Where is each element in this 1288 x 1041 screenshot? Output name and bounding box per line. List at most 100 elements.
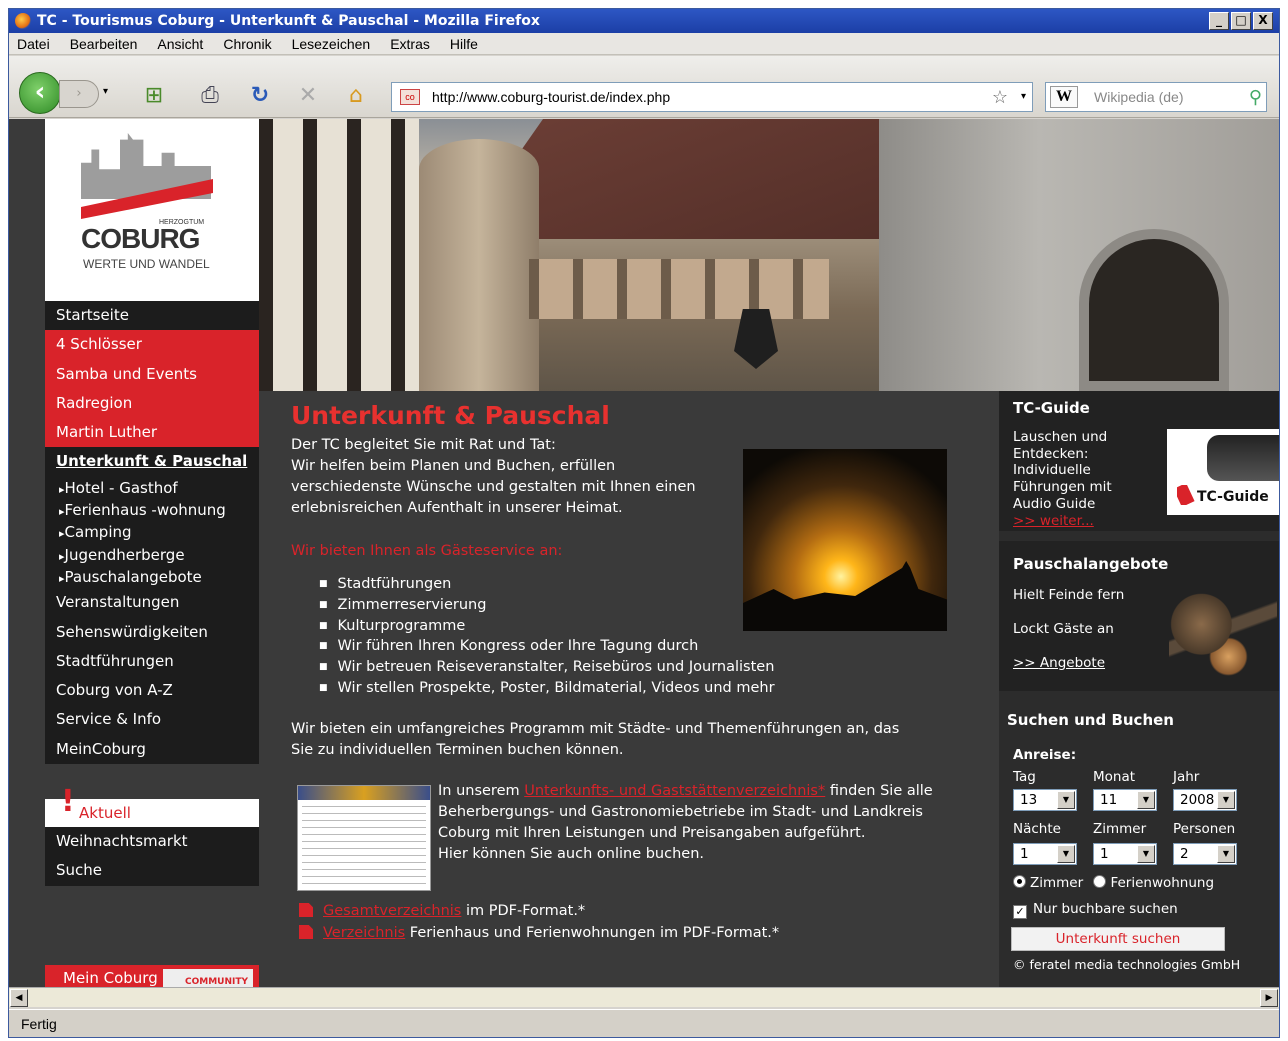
nav-samba-events[interactable]: Samba und Events	[45, 359, 259, 389]
menu-bearbeiten[interactable]: Bearbeiten	[70, 36, 138, 52]
search-input[interactable]: W Wikipedia (de) ⚲	[1045, 82, 1267, 112]
search-engine-icon[interactable]: W	[1050, 86, 1078, 108]
horizontal-scrollbar[interactable]: ◀ ▶	[9, 987, 1279, 1007]
tag-select[interactable]: 13 ▼	[1013, 789, 1077, 811]
mein-coburg-label: Mein Coburg	[63, 969, 158, 987]
minimize-button[interactable]: _	[1209, 12, 1229, 30]
radio-zimmer[interactable]	[1013, 875, 1026, 888]
pdf-icon	[299, 925, 313, 939]
nav-service-info[interactable]: Service & Info	[45, 705, 259, 735]
tc-guide-image[interactable]: TC-Guide	[1167, 429, 1279, 515]
nav-radregion[interactable]: Radregion	[45, 388, 259, 419]
gesamtverzeichnis-link[interactable]: Gesamtverzeichnis	[323, 903, 461, 919]
tag-value: 13	[1020, 792, 1038, 808]
menu-lesezeichen[interactable]: Lesezeichen	[292, 36, 371, 52]
history-dropdown-icon[interactable]: ▾	[103, 86, 108, 97]
radio-ferienwohnung-label: Ferienwohnung	[1110, 875, 1215, 891]
menu-hilfe[interactable]: Hilfe	[450, 36, 478, 52]
url-dropdown-icon[interactable]: ▾	[1021, 83, 1026, 111]
nav-sehenswuerdigkeiten[interactable]: Sehenswürdigkeiten	[45, 617, 259, 647]
directory-line: Coburg mit Ihren Leistungen und Preisang…	[438, 825, 866, 841]
zimmer-select[interactable]: 1 ▼	[1093, 843, 1157, 865]
search-title: Suchen und Buchen	[1007, 711, 1174, 729]
program-line: Wir bieten ein umfangreiches Programm mi…	[291, 720, 900, 737]
jahr-select[interactable]: 2008 ▼	[1173, 789, 1237, 811]
logo-name: COBURG	[81, 223, 200, 254]
directory-thumbnail[interactable]	[297, 785, 431, 891]
menu-chronik[interactable]: Chronik	[223, 36, 271, 52]
nav-unterkunft-pauschal[interactable]: Unterkunft & Pauschal	[45, 447, 259, 477]
nav-meincoburg[interactable]: MeinCoburg	[45, 734, 259, 765]
menu-datei[interactable]: Datei	[17, 36, 50, 52]
window-title: TC - Tourismus Coburg - Unterkunft & Pau…	[37, 13, 540, 29]
status-text: Fertig	[21, 1016, 57, 1032]
tc-guide-text: Lauschen und Entdecken: Individuelle Füh…	[1013, 429, 1112, 529]
guide-line: Entdecken:	[1013, 445, 1089, 462]
maximize-button[interactable]: □	[1231, 12, 1251, 30]
scroll-right-icon[interactable]: ▶	[1260, 989, 1278, 1007]
page-title: Unterkunft & Pauschal	[291, 401, 610, 430]
menu-extras[interactable]: Extras	[390, 36, 430, 52]
nav-martin-luther[interactable]: Martin Luther	[45, 418, 259, 448]
chevron-down-icon: ▼	[1057, 845, 1075, 863]
guide-line: Individuelle	[1013, 462, 1091, 479]
nav-suche[interactable]: Suche	[45, 856, 259, 886]
subnav-ferienhaus[interactable]: Ferienhaus -wohnung	[45, 499, 259, 522]
monat-select[interactable]: 11 ▼	[1093, 789, 1157, 811]
subnav-hotel-gasthof[interactable]: Hotel - Gasthof	[45, 476, 259, 500]
search-accommodation-button[interactable]: Unterkunft suchen	[1011, 927, 1225, 951]
site-favicon-icon: co	[400, 89, 420, 105]
menu-ansicht[interactable]: Ansicht	[157, 36, 203, 52]
aktuell-header: ! Aktuell	[45, 787, 259, 827]
pdf-text: im PDF-Format.*	[461, 903, 586, 919]
subnav-jugendherberge[interactable]: Jugendherberge	[45, 543, 259, 566]
nav-startseite[interactable]: Startseite	[45, 301, 259, 331]
coburg-logo[interactable]: HERZOGTUM COBURG WERTE UND WANDEL	[45, 119, 259, 301]
url-text: http://www.coburg-tourist.de/index.php	[432, 89, 671, 105]
back-button[interactable]: ‹	[19, 72, 61, 114]
address-bar[interactable]: co http://www.coburg-tourist.de/index.ph…	[391, 82, 1033, 112]
pauschal-line: Hielt Feinde fern	[1013, 587, 1125, 603]
nav-stadtfuehrungen[interactable]: Stadtführungen	[45, 646, 259, 677]
nav-4-schloesser[interactable]: 4 Schlösser	[45, 330, 259, 360]
navigation-toolbar: ‹ › ▾ ⊞ ⎙ ↻ ✕ ⌂ co http://www.coburg-tou…	[9, 56, 1279, 118]
search-icon[interactable]: ⚲	[1249, 83, 1262, 111]
guide-more-link[interactable]: >> weiter...	[1013, 513, 1112, 530]
pauschal-link[interactable]: >> Angebote	[1013, 655, 1105, 671]
bookmark-star-icon[interactable]: ☆	[992, 83, 1008, 111]
page-viewport: HERZOGTUM COBURG WERTE UND WANDEL Starts…	[9, 119, 1279, 987]
firefox-icon	[15, 13, 31, 29]
verzeichnis-link[interactable]: Verzeichnis	[323, 925, 405, 941]
mein-coburg-banner[interactable]: Mein Coburg COMMUNITY	[45, 965, 259, 987]
radio-zimmer-label: Zimmer	[1030, 875, 1084, 891]
home-icon[interactable]: ⌂	[341, 82, 371, 110]
pauschal-title: Pauschalangebote	[1013, 555, 1169, 573]
subnav-camping[interactable]: Camping	[45, 521, 259, 544]
tc-guide-box: TC-Guide Lauschen und Entdecken: Individ…	[999, 391, 1279, 531]
naechte-label: Nächte	[1013, 821, 1061, 837]
directory-line: Hier können Sie auch online buchen.	[438, 846, 704, 862]
nav-coburg-a-z[interactable]: Coburg von A-Z	[45, 676, 259, 706]
close-button[interactable]: X	[1253, 12, 1273, 30]
nav-veranstaltungen[interactable]: Veranstaltungen	[45, 588, 259, 618]
radio-ferienwohnung[interactable]	[1093, 875, 1107, 888]
status-bar: Fertig	[9, 1009, 1279, 1037]
scroll-left-icon[interactable]: ◀	[10, 989, 28, 1007]
reload-icon[interactable]: ↻	[245, 82, 275, 110]
bookable-checkbox[interactable]: ✓	[1013, 905, 1027, 919]
directory-pre: In unserem	[438, 783, 525, 799]
jahr-label: Jahr	[1173, 769, 1200, 785]
stop-icon[interactable]: ✕	[293, 82, 323, 110]
forward-button[interactable]: ›	[59, 80, 99, 108]
directory-link[interactable]: Unterkunfts- und Gaststättenverzeichnis*	[524, 783, 825, 799]
personen-select[interactable]: 2 ▼	[1173, 843, 1237, 865]
new-tab-icon[interactable]: ⊞	[139, 82, 169, 110]
directory-line: Beherbergungs- und Gastronomiebetriebe i…	[438, 804, 923, 820]
subnav-pauschalangebote[interactable]: Pauschalangebote	[45, 565, 259, 589]
nav-weihnachtsmarkt[interactable]: Weihnachtsmarkt	[45, 827, 259, 857]
directory-post: finden Sie alle	[825, 783, 933, 799]
list-item: Wir betreuen Reiseveranstalter, Reisebür…	[319, 657, 991, 678]
print-icon[interactable]: ⎙	[195, 82, 225, 110]
naechte-select[interactable]: 1 ▼	[1013, 843, 1077, 865]
search-placeholder: Wikipedia (de)	[1094, 89, 1184, 105]
